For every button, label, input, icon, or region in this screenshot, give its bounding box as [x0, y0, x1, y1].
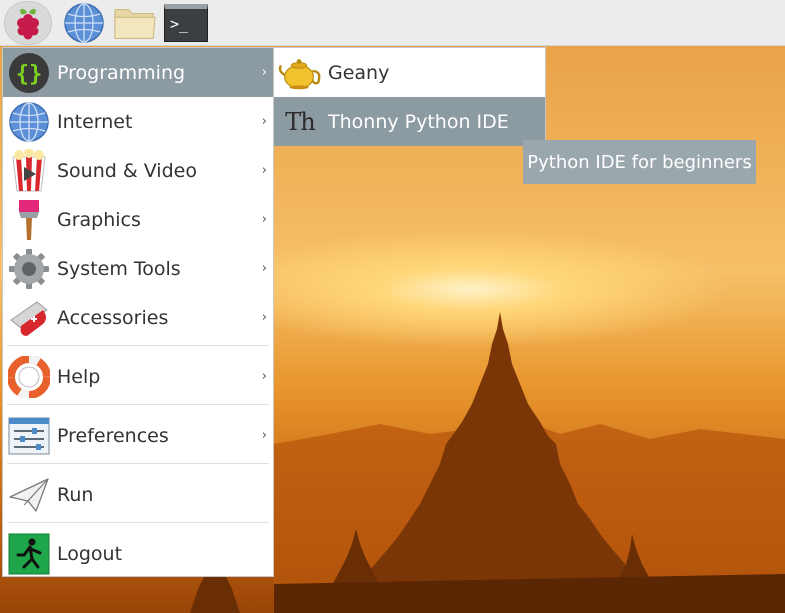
- submenu-item-label: Thonny Python IDE: [328, 110, 509, 133]
- menu-item-label: Programming: [57, 61, 186, 84]
- paper-plane-icon: [7, 473, 51, 517]
- terminal-icon: >_: [164, 4, 208, 42]
- submenu-arrow-icon: ›: [261, 114, 267, 129]
- menu-item-system-tools[interactable]: System Tools ›: [3, 244, 273, 293]
- thonny-icon: Th: [278, 100, 322, 144]
- popcorn-icon: [7, 148, 51, 193]
- menu-item-label: Sound & Video: [57, 159, 197, 182]
- submenu-arrow-icon: ›: [261, 65, 267, 80]
- menu-item-accessories[interactable]: Accessories ›: [3, 293, 273, 342]
- globe-icon: [64, 3, 104, 43]
- tooltip-text: Python IDE for beginners: [527, 151, 752, 173]
- paintbrush-icon: [7, 198, 51, 242]
- submenu-item-geany[interactable]: Geany: [274, 48, 545, 97]
- menu-item-help[interactable]: Help ›: [3, 352, 273, 401]
- menu-item-label: Graphics: [57, 208, 141, 231]
- top-panel: >_: [0, 0, 785, 46]
- menu-separator: [7, 404, 269, 405]
- menu-item-label: Preferences: [57, 424, 169, 447]
- lifebuoy-icon: [7, 355, 51, 399]
- folder-icon: [114, 9, 156, 39]
- submenu-arrow-icon: ›: [261, 212, 267, 227]
- tooltip: Python IDE for beginners: [523, 140, 756, 184]
- submenu-arrow-icon: ›: [261, 428, 267, 443]
- thonny-glyph: Th: [285, 107, 315, 136]
- menu-item-programming[interactable]: {} Programming ›: [3, 48, 273, 97]
- svg-text:{}: {}: [16, 62, 43, 87]
- menu-separator: [7, 463, 269, 464]
- submenu-item-label: Geany: [328, 61, 390, 84]
- menu-item-label: Help: [57, 365, 101, 388]
- submenu-arrow-icon: ›: [261, 261, 267, 276]
- globe-icon: [7, 100, 51, 144]
- menu-item-label: Accessories: [57, 306, 169, 329]
- code-braces-icon: {}: [7, 51, 51, 95]
- swiss-knife-icon: [7, 296, 51, 340]
- terminal-button[interactable]: >_: [164, 2, 208, 44]
- raspberry-icon: [17, 8, 39, 40]
- submenu-arrow-icon: ›: [261, 310, 267, 325]
- submenu-arrow-icon: ›: [261, 369, 267, 384]
- menu-item-label: System Tools: [57, 257, 181, 280]
- browser-button[interactable]: [62, 2, 106, 44]
- menu-item-label: Run: [57, 483, 94, 506]
- menu-item-run[interactable]: Run: [3, 470, 273, 519]
- submenu-arrow-icon: ›: [261, 163, 267, 178]
- menu-item-internet[interactable]: Internet ›: [3, 97, 273, 146]
- menu-item-graphics[interactable]: Graphics ›: [3, 195, 273, 244]
- file-manager-button[interactable]: [113, 2, 157, 44]
- sliders-icon: [7, 414, 51, 458]
- raspberry-menu-button[interactable]: [4, 1, 52, 45]
- menu-item-label: Logout: [57, 542, 123, 565]
- programming-submenu: Geany Th Thonny Python IDE: [273, 47, 546, 146]
- teapot-icon: [278, 51, 322, 95]
- gear-icon: [7, 247, 51, 291]
- menu-item-preferences[interactable]: Preferences ›: [3, 411, 273, 460]
- submenu-item-thonny[interactable]: Th Thonny Python IDE: [274, 97, 545, 146]
- exit-icon: [7, 532, 51, 576]
- menu-separator: [7, 345, 269, 346]
- menu-separator: [7, 522, 269, 523]
- terminal-prompt-text: >_: [170, 15, 189, 33]
- menu-item-logout[interactable]: Logout: [3, 529, 273, 578]
- menu-item-sound-video[interactable]: Sound & Video ›: [3, 146, 273, 195]
- application-menu: {} Programming › Internet › Sound & Vide…: [2, 47, 274, 577]
- menu-item-label: Internet: [57, 110, 133, 133]
